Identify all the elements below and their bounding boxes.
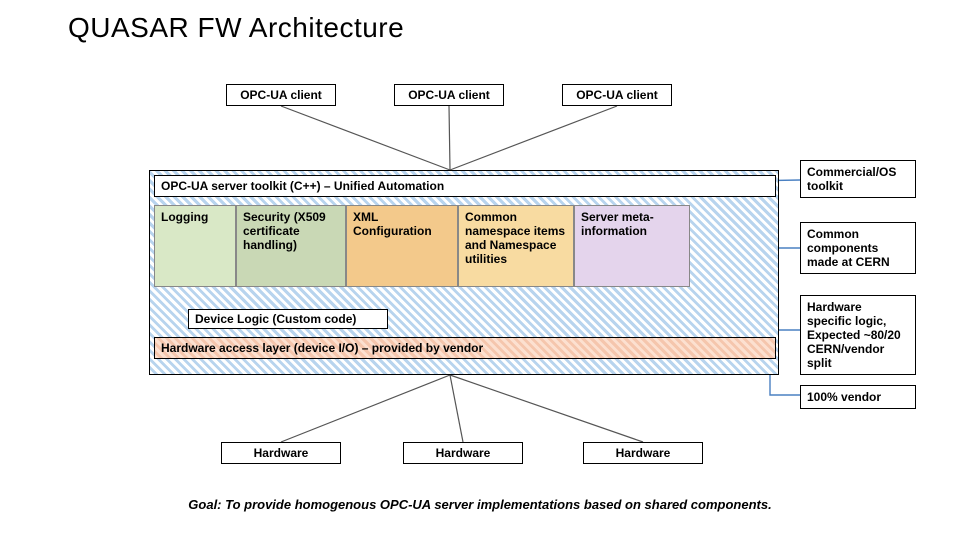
component-gap — [690, 205, 776, 287]
component-row: Logging Security (X509 certificate handl… — [154, 205, 776, 287]
label-hw-logic: Hardware specific logic, Expected ~80/20… — [800, 295, 916, 375]
slide: QUASAR FW Architecture OPC-UA client OPC… — [0, 0, 960, 540]
hardware-access-bar: Hardware access layer (device I/O) – pro… — [154, 337, 776, 359]
hardware-box-3: Hardware — [583, 442, 703, 464]
component-security: Security (X509 certificate handling) — [236, 205, 346, 287]
component-xml: XML Configuration — [346, 205, 458, 287]
server-container: OPC-UA server toolkit (C++) – Unified Au… — [149, 170, 779, 375]
hardware-box-1: Hardware — [221, 442, 341, 464]
label-commercial: Commercial/OS toolkit — [800, 160, 916, 198]
client-box-2: OPC-UA client — [394, 84, 504, 106]
hardware-box-2: Hardware — [403, 442, 523, 464]
label-cern: Common components made at CERN — [800, 222, 916, 274]
page-title: QUASAR FW Architecture — [68, 12, 404, 44]
device-logic-bar: Device Logic (Custom code) — [188, 309, 388, 329]
goal-text: Goal: To provide homogenous OPC-UA serve… — [0, 497, 960, 512]
client-box-3: OPC-UA client — [562, 84, 672, 106]
label-vendor: 100% vendor — [800, 385, 916, 409]
component-namespace: Common namespace items and Namespace uti… — [458, 205, 574, 287]
component-logging: Logging — [154, 205, 236, 287]
client-box-1: OPC-UA client — [226, 84, 336, 106]
component-meta: Server meta-information — [574, 205, 690, 287]
server-toolkit-bar: OPC-UA server toolkit (C++) – Unified Au… — [154, 175, 776, 197]
